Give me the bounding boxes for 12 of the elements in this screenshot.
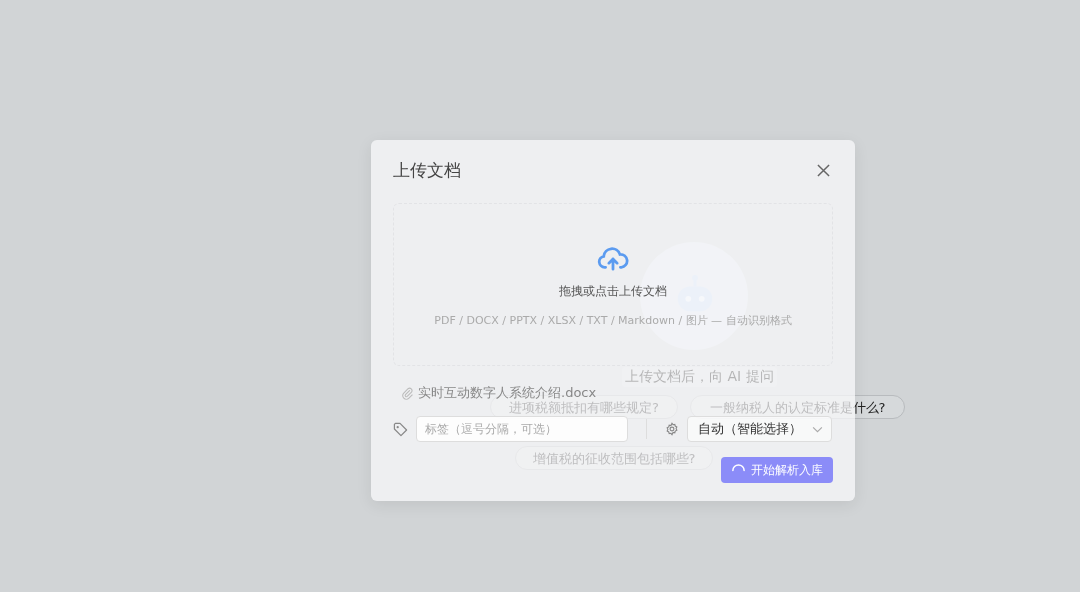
parser-select[interactable]: 自动（智能选择） (687, 416, 832, 442)
supported-formats: PDF / DOCX / PPTX / XLSX / TXT / Markdown / 图片 — 自动识别格式 (434, 313, 792, 328)
dialog-title: 上传文档 (393, 158, 461, 182)
dropzone-prompt: 拖拽或点击上传文档 (559, 283, 667, 300)
tags-input[interactable]: 标签（逗号分隔，可选） (416, 416, 628, 442)
tag-icon (393, 421, 408, 437)
chevron-down-icon (812, 425, 823, 433)
settings-icon (665, 422, 679, 436)
cloud-upload-icon (597, 247, 629, 271)
file-name: 实时互动数字人系统介绍.docx (418, 384, 597, 401)
upload-dropzone[interactable]: 拖拽或点击上传文档 PDF / DOCX / PPTX / XLSX / TXT / Markdown / 图片 — 自动识别格式 (393, 203, 833, 366)
paperclip-icon (401, 386, 414, 400)
